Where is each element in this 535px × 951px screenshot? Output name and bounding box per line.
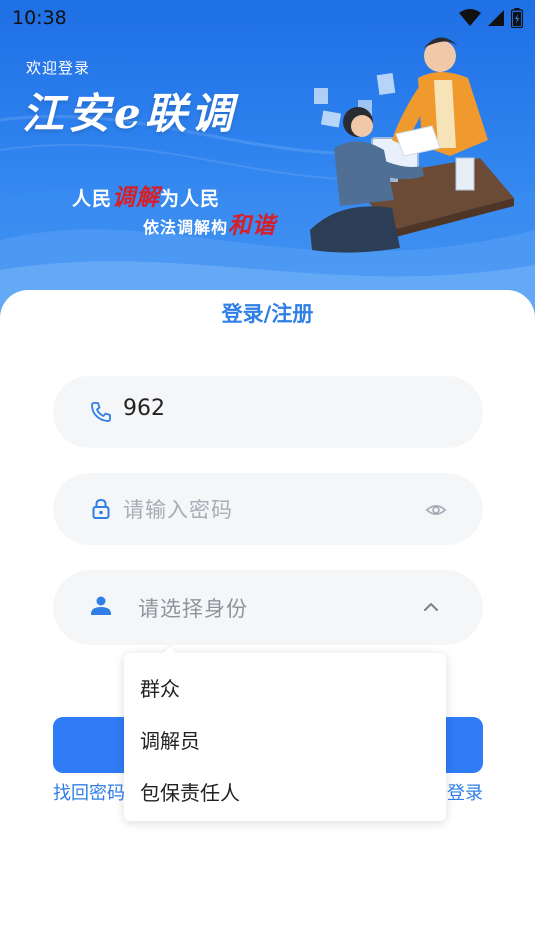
role-option-mediator[interactable]: 调解员 [140,725,200,754]
mediation-illustration [310,37,514,253]
welcome-text: 欢迎登录 [26,59,91,77]
card-title: 登录/注册 [221,302,314,326]
slogan-line-2: 依法调解构和谐 [143,206,276,240]
dropdown-arrow [162,646,178,654]
role-option-responsible-person[interactable]: 包保责任人 [140,777,240,806]
role-option-public[interactable]: 群众 [140,673,180,702]
status-time: 10:38 [12,7,67,29]
role-dropdown: 群众 调解员 包保责任人 [124,653,446,821]
cell-signal-icon [488,10,504,26]
password-placeholder: 请输入密码 [123,498,233,522]
app-title: 江安e联调 [22,89,237,138]
register-link[interactable]: 登录 [447,779,483,805]
lock-icon [92,498,110,519]
phone-field[interactable]: 962 [53,376,483,448]
eye-icon[interactable] [425,499,447,521]
phone-icon [91,402,111,422]
slogan-line-2-part1: 依法调解构 [143,218,229,237]
forgot-password-link[interactable]: 找回密码 [53,779,125,805]
phone-value: 962 [123,396,165,421]
chevron-up-icon [424,603,438,611]
hero-banner: 10:38 欢迎登录 江安e联调 人民调解为人民 依法调解构和谐 [0,0,535,320]
slogan-line-2-highlight: 和谐 [228,212,277,239]
password-field[interactable]: 请输入密码 [53,473,483,545]
role-placeholder: 请选择身份 [138,597,248,621]
wifi-icon [459,9,481,26]
role-select[interactable]: 请选择身份 [53,570,483,645]
status-icons [459,8,523,28]
battery-icon [511,8,523,28]
user-icon [91,596,111,615]
slogan-line-1-part1: 人民 [72,188,113,210]
